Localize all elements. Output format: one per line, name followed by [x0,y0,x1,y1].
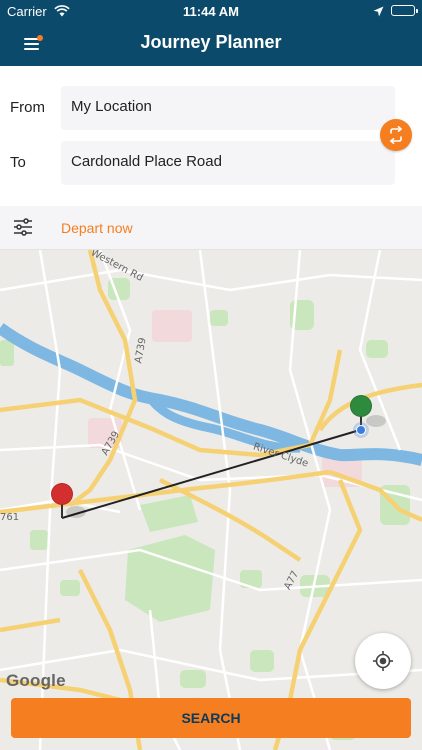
clock: 11:44 AM [183,4,239,19]
battery-icon [391,5,418,16]
journey-form: From My Location To Cardonald Place Road [0,66,422,206]
page-title: Journey Planner [140,32,282,52]
location-arrow-icon [373,5,384,20]
locate-me-button[interactable] [355,633,411,689]
swap-direction-icon [390,126,402,144]
destination-marker[interactable] [350,395,372,417]
from-field[interactable]: My Location [61,86,395,130]
to-label: To [10,154,26,171]
google-logo: Google [6,671,66,690]
crosshair-locate-icon [373,651,393,671]
current-location-dot [356,425,366,435]
status-bar: Carrier 11:44 AM [0,0,422,22]
map-view[interactable]: Western Rd A739 A739 River Clyde A77 761… [0,250,422,750]
origin-marker[interactable] [51,483,73,505]
to-field[interactable]: Cardonald Place Road [61,141,395,185]
swap-direction-button[interactable] [380,119,412,151]
from-label: From [10,99,45,116]
map-label-a761: 761 [0,512,20,523]
sliders-icon[interactable] [13,218,33,241]
search-button[interactable]: SEARCH [11,698,411,738]
nav-bar: Journey Planner [0,22,422,66]
options-row: Depart now [0,206,422,250]
depart-time-button[interactable]: Depart now [61,220,133,236]
